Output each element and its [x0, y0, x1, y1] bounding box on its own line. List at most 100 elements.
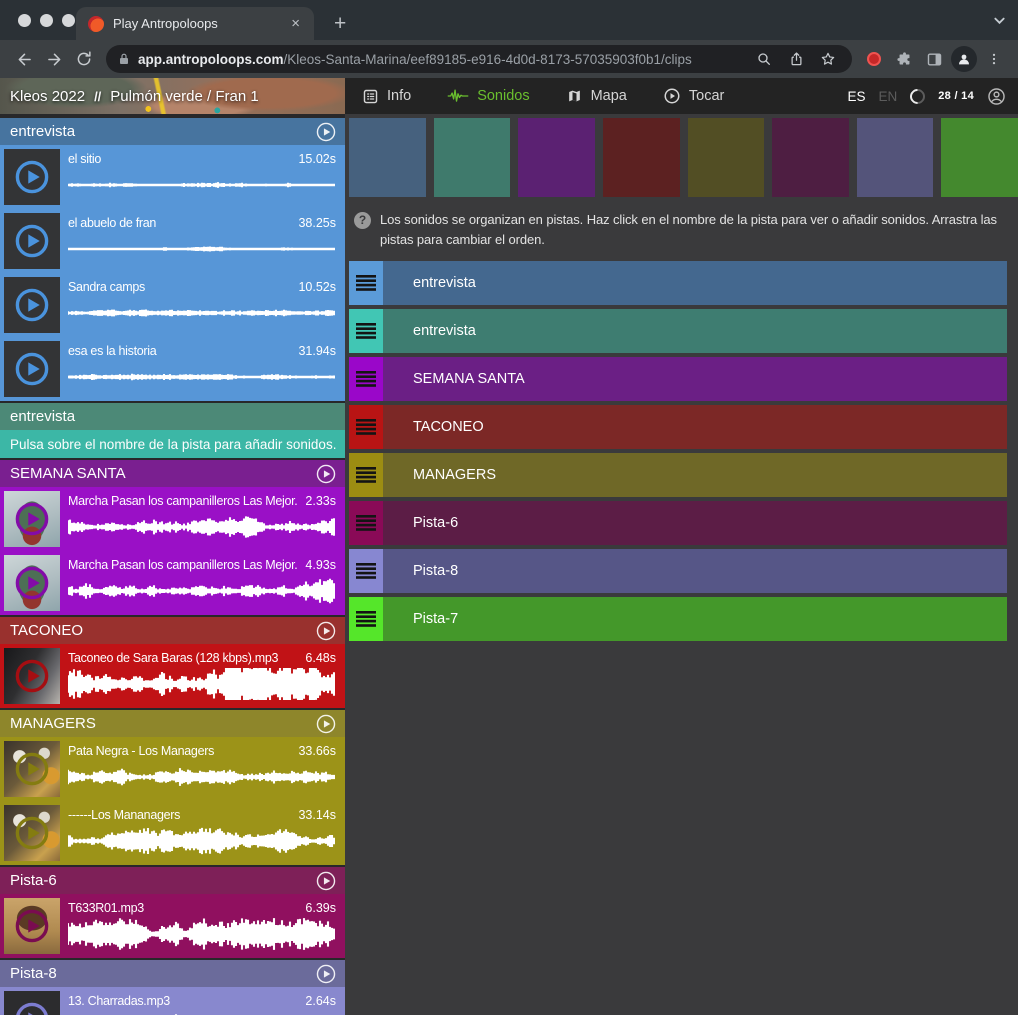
clip-duration: 33.14s	[298, 808, 336, 822]
clip-waveform	[68, 917, 336, 951]
track-color-swatch	[688, 118, 765, 197]
clip-play-icon[interactable]	[14, 751, 50, 787]
drag-handle[interactable]	[349, 309, 383, 353]
breadcrumb-scene[interactable]: Pulmón verde / Fran 1	[110, 88, 258, 105]
clip-waveform	[68, 510, 336, 544]
breadcrumb-project[interactable]: Kleos 2022	[10, 88, 85, 105]
breadcrumb[interactable]: Kleos 2022 // Pulmón verde / Fran 1	[0, 78, 345, 114]
track-section: SEMANA SANTAMarcha Pasan los campaniller…	[0, 460, 345, 615]
drag-handle[interactable]	[349, 597, 383, 641]
zoom-page-icon[interactable]	[752, 47, 776, 71]
clip-body: Taconeo de Sara Baras (128 kbps).mp36.48…	[68, 644, 345, 701]
track-header[interactable]: Pista-8	[0, 960, 345, 987]
clip-play-icon[interactable]	[14, 223, 50, 259]
zoom-window-button[interactable]	[62, 14, 75, 27]
track-color-swatch	[518, 118, 595, 197]
track-play-icon[interactable]	[316, 964, 336, 984]
track-row-name[interactable]: entrevista	[383, 261, 1007, 305]
nav-mapa[interactable]: Mapa	[566, 88, 627, 104]
forward-icon[interactable]	[40, 45, 68, 73]
clip-duration: 6.48s	[305, 651, 336, 665]
track-color-swatch	[941, 118, 1018, 197]
nav-tocar[interactable]: Tocar	[663, 87, 724, 105]
track-row-name[interactable]: TACONEO	[383, 405, 1007, 449]
language-es[interactable]: ES	[847, 89, 865, 104]
track-color-swatch	[603, 118, 680, 197]
tab-close-icon[interactable]: ×	[287, 15, 304, 32]
clip-play-icon[interactable]	[14, 908, 50, 944]
track-play-icon[interactable]	[316, 122, 336, 142]
share-icon[interactable]	[784, 47, 808, 71]
side-panel-icon[interactable]	[920, 45, 948, 73]
language-en[interactable]: EN	[878, 89, 897, 104]
clip-body: 13. Charradas.mp32.64s	[68, 987, 345, 1015]
track-section: Pista-813. Charradas.mp32.64s	[0, 960, 345, 1015]
clip-play-icon[interactable]	[14, 351, 50, 387]
clip-waveform	[68, 168, 336, 202]
browser-menu-kebab-icon[interactable]	[980, 45, 1008, 73]
track-name: SEMANA SANTA	[10, 465, 126, 482]
new-tab-button[interactable]: +	[328, 12, 352, 36]
track-header[interactable]: MANAGERS	[0, 710, 345, 737]
url-bar[interactable]: app.antropoloops.com/Kleos-Santa-Marina/…	[106, 45, 852, 73]
profile-avatar[interactable]	[950, 45, 978, 73]
drag-handle[interactable]	[349, 453, 383, 497]
clip-play-icon[interactable]	[14, 658, 50, 694]
back-icon[interactable]	[10, 45, 38, 73]
clip-thumbnail	[4, 213, 60, 269]
track-header[interactable]: SEMANA SANTA	[0, 460, 345, 487]
tracks-hint-text: Los sonidos se organizan en pistas. Haz …	[380, 210, 1004, 250]
close-window-button[interactable]	[18, 14, 31, 27]
drag-handle[interactable]	[349, 261, 383, 305]
drag-handle[interactable]	[349, 357, 383, 401]
clip-play-icon[interactable]	[14, 1001, 50, 1015]
nav-sonidos-label: Sonidos	[477, 88, 529, 104]
tab-search-chevron-icon[interactable]	[993, 14, 1006, 32]
drag-handle[interactable]	[349, 405, 383, 449]
clip-body: T633R01.mp36.39s	[68, 894, 345, 951]
clip-play-icon[interactable]	[14, 565, 50, 601]
nav-tocar-label: Tocar	[689, 88, 724, 104]
clip-titlebar: Sandra camps10.52s	[68, 280, 336, 294]
track-header[interactable]: entrevista	[0, 403, 345, 430]
track-play-icon[interactable]	[316, 714, 336, 734]
reload-icon[interactable]	[70, 45, 98, 73]
track-row-name[interactable]: MANAGERS	[383, 453, 1007, 497]
loaded-counter: 28 / 14	[938, 90, 974, 102]
track-row-name[interactable]: Pista-6	[383, 501, 1007, 545]
nav-sonidos[interactable]: Sonidos	[447, 88, 529, 104]
clip-duration: 2.33s	[305, 494, 336, 508]
url-text[interactable]: app.antropoloops.com/Kleos-Santa-Marina/…	[138, 52, 744, 67]
track-header[interactable]: TACONEO	[0, 617, 345, 644]
nav-info[interactable]: Info	[362, 88, 411, 105]
clip-titlebar: ------Los Mananagers33.14s	[68, 808, 336, 822]
track-row-label: Pista-6	[413, 515, 458, 531]
track-row-name[interactable]: entrevista	[383, 309, 1007, 353]
recording-indicator-icon[interactable]	[860, 45, 888, 73]
track-row: MANAGERS	[349, 453, 1007, 497]
clip-play-icon[interactable]	[14, 501, 50, 537]
clip-play-icon[interactable]	[14, 159, 50, 195]
clip-play-icon[interactable]	[14, 815, 50, 851]
browser-tab[interactable]: Play Antropoloops ×	[76, 7, 314, 40]
track-play-icon[interactable]	[316, 621, 336, 641]
track-row: TACONEO	[349, 405, 1007, 449]
bookmark-star-icon[interactable]	[816, 47, 840, 71]
track-header[interactable]: Pista-6	[0, 867, 345, 894]
minimize-window-button[interactable]	[40, 14, 53, 27]
track-header[interactable]: entrevista	[0, 118, 345, 145]
track-play-icon[interactable]	[316, 871, 336, 891]
track-play-icon[interactable]	[316, 464, 336, 484]
clip-play-icon[interactable]	[14, 287, 50, 323]
extensions-puzzle-icon[interactable]	[890, 45, 918, 73]
lock-icon[interactable]	[118, 52, 130, 66]
track-row-name[interactable]: Pista-7	[383, 597, 1007, 641]
app-nav: Info Sonidos Mapa Tocar	[345, 78, 847, 114]
track-row-name[interactable]: Pista-8	[383, 549, 1007, 593]
track-name: entrevista	[10, 123, 75, 140]
drag-handle[interactable]	[349, 501, 383, 545]
account-icon[interactable]	[987, 87, 1006, 106]
track-row-name[interactable]: SEMANA SANTA	[383, 357, 1007, 401]
tab-strip: Play Antropoloops × +	[0, 0, 1018, 40]
drag-handle[interactable]	[349, 549, 383, 593]
